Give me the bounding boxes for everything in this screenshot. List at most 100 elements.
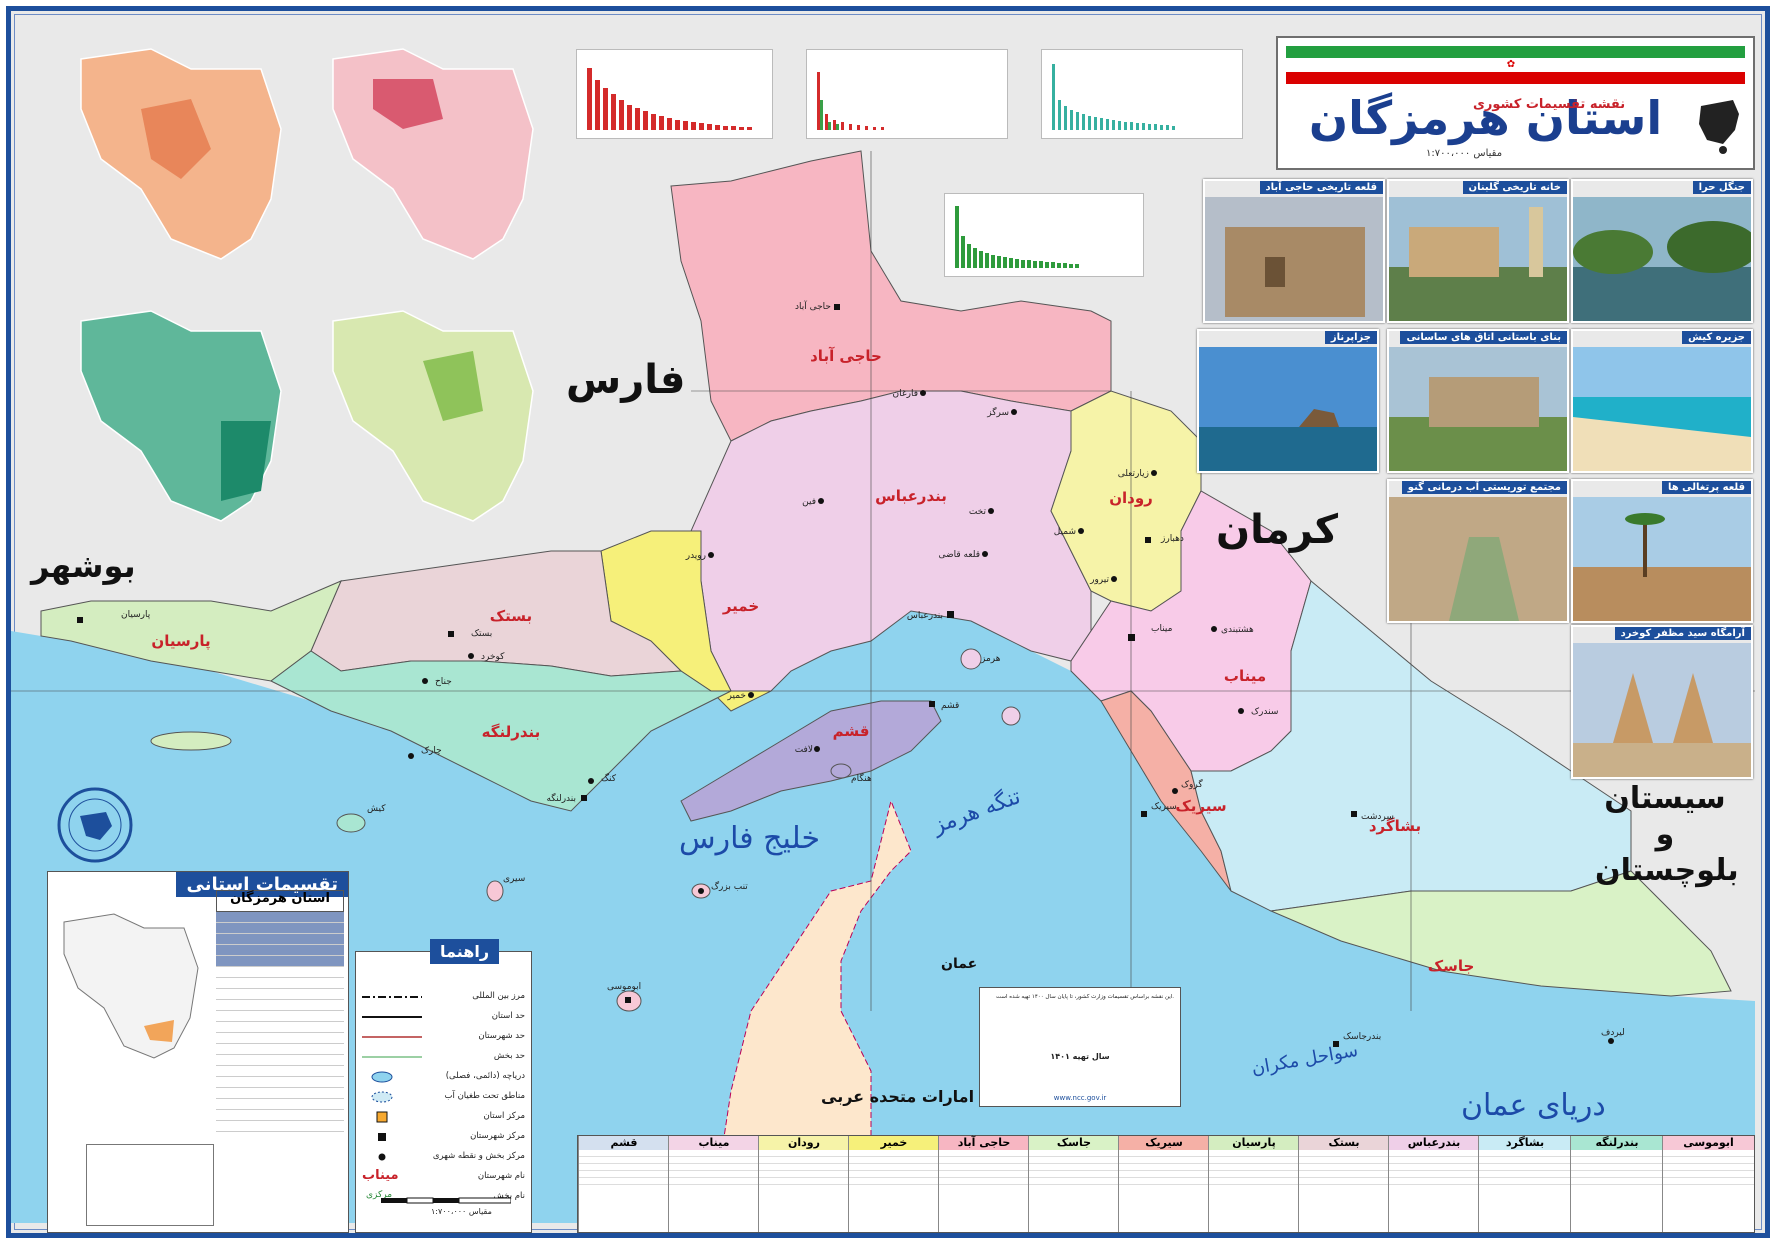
map-scale: مقیاس ۱:۷۰۰،۰۰۰	[1426, 148, 1503, 159]
neighbor-uae: امارات متحده عربی	[821, 1087, 975, 1106]
minimap-3	[80, 310, 282, 522]
info-website: www.ncc.gov.ir	[1053, 1094, 1107, 1102]
label-bandarabbas: بندرعباس	[875, 487, 947, 505]
county-table: جاسک	[1028, 1136, 1119, 1232]
city-ruydar: رویدر	[685, 551, 706, 561]
photo-historic-house: خانه تاریخی گلبنان	[1387, 179, 1569, 323]
chart-3	[1041, 49, 1243, 139]
city-sirik: سیریک	[1151, 802, 1177, 812]
city-dehbarez: دهبارز	[1160, 534, 1184, 544]
photo-sea-rock-art	[1199, 347, 1377, 471]
legend-row: مرکز بخش و نقطه شهری	[362, 1148, 525, 1166]
city-qaleh-qazi: قلعه قاضی	[939, 550, 981, 560]
flag-green-stripe	[1286, 46, 1745, 58]
label-minab: میناب	[1224, 667, 1266, 685]
ncc-seal-icon	[57, 787, 133, 863]
label-khamir: خمیر	[722, 597, 759, 615]
photo-hot-springs-art	[1389, 497, 1567, 621]
legend-row: مرکز استان	[362, 1108, 525, 1126]
photo-caption: آرامگاه سید مظفر کوخرد	[1614, 627, 1751, 640]
photo-caption: بنای باستانی اتاق های ساسانی	[1400, 331, 1567, 344]
photo-caption: جزاپرناز	[1324, 331, 1377, 344]
city-ziarati: زیارتعلی	[1118, 469, 1149, 479]
photo-caption: قلعه تاریخی حاجی آباد	[1259, 181, 1383, 194]
photo-hot-springs: مجتمع توریستی آب درمانی گنو	[1387, 479, 1569, 623]
photo-tomb-art	[1573, 643, 1751, 777]
info-year: سال تهیه ۱۴۰۱	[1050, 1052, 1110, 1061]
county-table: بشاگرد	[1478, 1136, 1571, 1232]
city-takht: تخت	[969, 507, 987, 517]
city-qeshm: قشم	[941, 701, 959, 711]
chart-2	[806, 49, 1008, 139]
label-bandarlengeh: بندرلنگه	[482, 723, 541, 741]
kish-island	[336, 813, 366, 833]
county-table: سیریک	[1118, 1136, 1209, 1232]
larak-island	[1001, 706, 1021, 726]
city-charak: چارک	[421, 745, 442, 756]
city-parsian: پارسیان	[121, 610, 151, 620]
hormuz-island	[960, 648, 982, 670]
photo-fort-palms: قلعه پرتغالی ها	[1571, 479, 1753, 623]
photo-mud-castle-art	[1205, 197, 1383, 321]
scale-bar	[381, 1191, 512, 1204]
neighbor-kerman: کرمان	[1216, 507, 1339, 553]
flag-emblem-icon: ✿	[1506, 59, 1516, 70]
label-bastak: بستک	[490, 607, 532, 625]
chart-1-bars	[587, 68, 752, 130]
photo-sea-rock: جزاپرناز	[1197, 329, 1379, 473]
neighbor-bushehr: بوشهر	[31, 547, 136, 585]
photo-mangrove-art	[1573, 197, 1751, 321]
city-fin: فین	[802, 497, 816, 507]
photo-caption: جنگل حرا	[1692, 181, 1751, 194]
city-tonb-bozorg: تنب بزرگ	[711, 880, 748, 892]
label-qeshm: قشم	[833, 722, 870, 740]
sea-persian-gulf: خلیج فارس	[679, 821, 821, 856]
photo-ruins-art	[1389, 347, 1567, 471]
city-abumusa: ابوموسی	[607, 982, 641, 992]
neighbor-fars: فارس	[566, 357, 686, 403]
city-sargaz: سرگز	[986, 406, 1009, 418]
province-locator-map	[63, 913, 199, 1059]
county-table: بستک	[1298, 1136, 1389, 1232]
province-panel: تقسیمات استانی استان هرمزگان	[47, 871, 349, 1233]
map-subtitle: نقشه تقسیمات کشوری	[1473, 97, 1626, 112]
legend-row: مرکز شهرستان	[362, 1128, 525, 1146]
photo-caption: جزیره کیش	[1682, 331, 1751, 344]
photo-tomb: آرامگاه سید مظفر کوخرد	[1571, 625, 1753, 779]
map-poster-frame: حاجی آباد بندرعباس رودان خمیر بستک پارسی…	[6, 6, 1770, 1238]
photo-caption: قلعه پرتغالی ها	[1662, 481, 1751, 494]
hengam-island	[830, 763, 852, 779]
chart-3-bars	[1052, 64, 1175, 130]
city-laft: لافت	[795, 745, 813, 755]
city-bandar-abbas: بندرعباس	[907, 611, 943, 621]
city-kish: کیش	[367, 804, 386, 814]
legend-row: مناطق تحت طغیان آب	[362, 1088, 525, 1106]
city-sardasht: سردشت	[1361, 812, 1394, 822]
label-jask: جاسک	[1428, 957, 1475, 975]
city-shamil: شمیل	[1054, 527, 1076, 537]
county-table: خمیر	[848, 1136, 939, 1232]
county-table: ابوموسی	[1662, 1136, 1754, 1232]
photo-mud-castle: قلعه تاریخی حاجی آباد	[1203, 179, 1385, 323]
chart-4	[944, 193, 1144, 277]
flag-red-stripe	[1286, 72, 1745, 84]
label-parsian: پارسیان	[151, 632, 210, 651]
county-table: حاجی آباد	[938, 1136, 1029, 1232]
minimap-2	[332, 48, 534, 260]
photo-ruins: بنای باستانی اتاق های ساسانی	[1387, 329, 1569, 473]
neighbor-sistan: سیستان و بلوچستان	[1595, 781, 1739, 888]
city-tirur: تیرور	[1089, 575, 1109, 585]
label-sirik: سیریک	[1175, 797, 1226, 815]
county-table: قشم	[578, 1136, 669, 1232]
title-box: ✿ استان هرمزگان نقشه تقسیمات کشوری مقیاس…	[1276, 36, 1755, 170]
county-table: رودان	[758, 1136, 849, 1232]
city-kong: کنگ	[601, 772, 617, 784]
province-stats-table: استان هرمزگان	[216, 890, 344, 1220]
photo-mangrove: جنگل حرا	[1571, 179, 1753, 323]
county-table: پارسیان	[1208, 1136, 1299, 1232]
legend-row: حد شهرستان	[362, 1031, 525, 1041]
county-table: بندرلنگه	[1570, 1136, 1663, 1232]
city-minab: میناب	[1151, 624, 1173, 634]
label-hajiabad: حاجی آباد	[810, 347, 882, 365]
lavan-island	[150, 731, 232, 751]
